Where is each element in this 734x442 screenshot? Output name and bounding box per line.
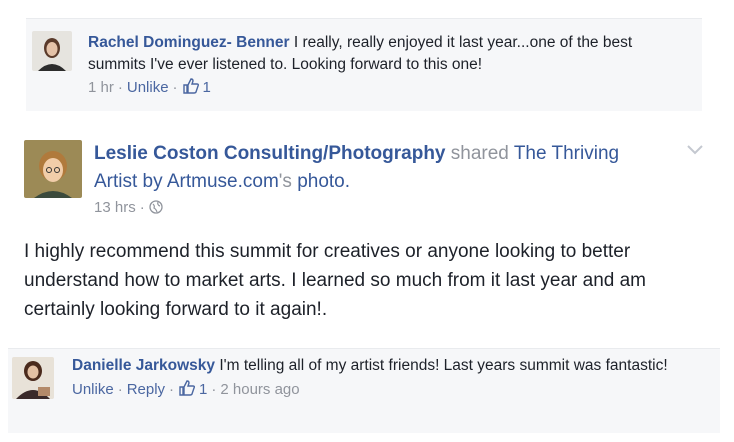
- comment-time[interactable]: 1 hr: [88, 79, 114, 96]
- reply-link[interactable]: Reply: [127, 381, 165, 398]
- like-count[interactable]: 1: [203, 79, 211, 96]
- unlike-link[interactable]: Unlike: [127, 79, 169, 96]
- unlike-link[interactable]: Unlike: [72, 381, 114, 398]
- post-time[interactable]: 13 hrs: [94, 199, 136, 216]
- shared-suffix: 's: [278, 171, 292, 192]
- thumbs-up-icon: [178, 379, 196, 404]
- shared-word: shared: [450, 143, 509, 164]
- shared-photo-link[interactable]: photo.: [297, 171, 350, 192]
- avatar[interactable]: [32, 31, 72, 71]
- avatar[interactable]: [12, 357, 54, 399]
- comment-danielle: Danielle Jarkowsky I'm telling all of my…: [8, 348, 720, 433]
- globe-icon[interactable]: [149, 200, 163, 218]
- comment-author[interactable]: Rachel Dominguez- Benner: [88, 34, 290, 51]
- comment-time[interactable]: 2 hours ago: [220, 381, 299, 398]
- comment-text: I'm telling all of my artist friends! La…: [219, 357, 668, 374]
- chevron-down-icon[interactable]: [686, 143, 704, 161]
- post-text: I highly recommend this summit for creat…: [24, 241, 647, 320]
- post-header: Leslie Coston Consulting/Photography sha…: [94, 140, 664, 196]
- like-count[interactable]: 1: [199, 381, 207, 398]
- page-name[interactable]: Leslie Coston Consulting/Photography: [94, 143, 446, 164]
- thumbs-up-icon: [182, 77, 200, 102]
- comment-rachel: Rachel Dominguez- Benner I really, reall…: [26, 18, 702, 111]
- comment-author[interactable]: Danielle Jarkowsky: [72, 357, 215, 374]
- avatar[interactable]: [24, 140, 82, 198]
- post-meta: 13 hrs ·: [94, 199, 163, 218]
